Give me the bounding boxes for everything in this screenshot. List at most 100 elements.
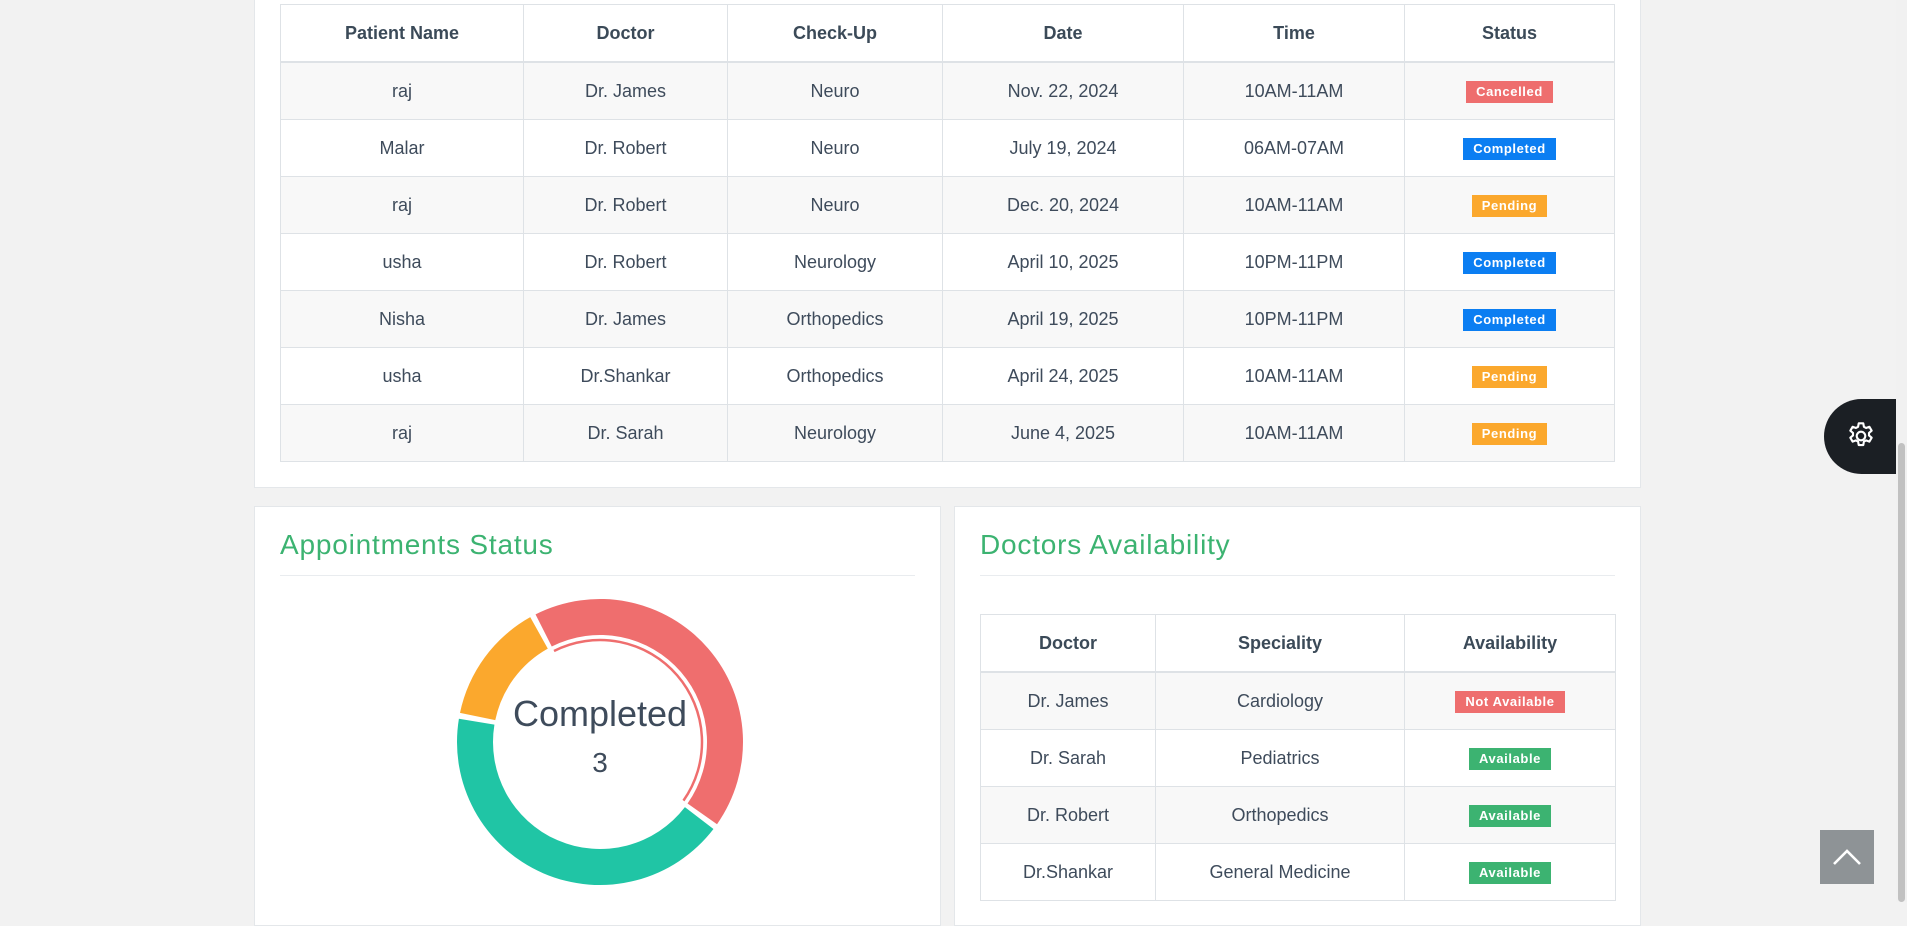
- date-cell: Nov. 22, 2024: [942, 61, 1184, 120]
- doctor-cell: Dr. James: [523, 290, 728, 348]
- status-cell: Completed: [1404, 233, 1615, 291]
- availability-cell: Available: [1404, 729, 1616, 787]
- table-row: raj Dr. James Neuro Nov. 22, 2024 10AM-11AM C…: [280, 61, 1615, 120]
- col-check-up[interactable]: Check-Up: [727, 4, 943, 63]
- doctor-cell: Dr. Robert: [523, 233, 728, 291]
- patient-name-cell: raj: [280, 176, 524, 234]
- time-cell: 10AM-11AM: [1183, 176, 1405, 234]
- col-patient-name[interactable]: Patient Name: [280, 4, 524, 63]
- status-cell: Completed: [1404, 290, 1615, 348]
- settings-button[interactable]: [1824, 399, 1907, 474]
- date-cell: Dec. 20, 2024: [942, 176, 1184, 234]
- time-cell: 06AM-07AM: [1183, 119, 1405, 177]
- doctor-cell: Dr. Robert: [523, 119, 728, 177]
- time-cell: 10AM-11AM: [1183, 404, 1405, 462]
- speciality-cell: Orthopedics: [1155, 786, 1405, 844]
- donut-center-label: Completed: [512, 693, 688, 734]
- donut-center-value: 3: [592, 747, 608, 778]
- patient-name-cell: usha: [280, 347, 524, 405]
- doctor-cell: Dr. James: [523, 61, 728, 120]
- donut-chart[interactable]: [455, 597, 745, 887]
- col-doctor[interactable]: Doctor: [980, 614, 1156, 673]
- table-row: raj Dr. Robert Neuro Dec. 20, 2024 10AM-11AM…: [280, 176, 1615, 234]
- doctor-cell: Dr.Shankar: [980, 843, 1156, 901]
- date-cell: June 4, 2025: [942, 404, 1184, 462]
- time-cell: 10AM-11AM: [1183, 347, 1405, 405]
- table-row: usha Dr. Robert Neurology April 10, 2025 10P…: [280, 233, 1615, 291]
- table-row: raj Dr. Sarah Neurology June 4, 2025 10AM-11…: [280, 404, 1615, 462]
- status-badge: Completed: [1463, 251, 1556, 274]
- speciality-cell: Cardiology: [1155, 671, 1405, 730]
- scrollbar[interactable]: [1896, 0, 1907, 902]
- availability-badge: Not Available: [1455, 690, 1565, 713]
- table-row: Dr. James Cardiology Not Available: [980, 671, 1616, 730]
- time-cell: 10PM-11PM: [1183, 233, 1405, 291]
- status-cell: Pending: [1404, 176, 1615, 234]
- appointments-status-title: Appointments Status: [280, 529, 554, 560]
- time-cell: 10PM-11PM: [1183, 290, 1405, 348]
- status-badge: Completed: [1463, 308, 1556, 331]
- check-up-cell: Neurology: [727, 233, 943, 291]
- appointments-table: Patient Name Doctor Check-Up Date Time S…: [280, 4, 1615, 462]
- doctors-availability-title: Doctors Availability: [980, 529, 1231, 560]
- status-cell: Completed: [1404, 119, 1615, 177]
- patient-name-cell: raj: [280, 61, 524, 120]
- chevron-up-icon: [1833, 849, 1861, 865]
- scrollbar-thumb[interactable]: [1898, 443, 1905, 902]
- col-availability[interactable]: Availability: [1404, 614, 1616, 673]
- check-up-cell: Neuro: [727, 119, 943, 177]
- col-status[interactable]: Status: [1404, 4, 1615, 63]
- col-speciality[interactable]: Speciality: [1155, 614, 1405, 673]
- status-badge: Pending: [1471, 194, 1548, 217]
- status-cell: Pending: [1404, 404, 1615, 462]
- date-cell: April 10, 2025: [942, 233, 1184, 291]
- table-row: Nisha Dr. James Orthopedics April 19, 2025 1…: [280, 290, 1615, 348]
- time-cell: 10AM-11AM: [1183, 61, 1405, 120]
- patient-name-cell: Malar: [280, 119, 524, 177]
- date-cell: July 19, 2024: [942, 119, 1184, 177]
- check-up-cell: Neuro: [727, 61, 943, 120]
- availability-badge: Available: [1468, 804, 1551, 827]
- donut-slice-completed[interactable]: [457, 718, 714, 885]
- col-date[interactable]: Date: [942, 4, 1184, 63]
- availability-cell: Available: [1404, 786, 1616, 844]
- appointments-status-card: Appointments Status Completed 3: [254, 506, 941, 926]
- status-cell: Pending: [1404, 347, 1615, 405]
- divider: [980, 575, 1615, 576]
- table-row: Malar Dr. Robert Neuro July 19, 2024 06AM-07…: [280, 119, 1615, 177]
- scroll-to-top-button[interactable]: [1820, 830, 1874, 884]
- col-time[interactable]: Time: [1183, 4, 1405, 63]
- doctor-cell: Dr. Robert: [523, 176, 728, 234]
- status-badge: Pending: [1471, 422, 1548, 445]
- doctors-availability-card: Doctors Availability Doctor Speciality A…: [954, 506, 1641, 926]
- check-up-cell: Neuro: [727, 176, 943, 234]
- availability-badge: Available: [1468, 861, 1551, 884]
- patient-name-cell: raj: [280, 404, 524, 462]
- doctor-cell: Dr.Shankar: [523, 347, 728, 405]
- gear-icon: [1849, 422, 1873, 447]
- status-badge: Pending: [1471, 365, 1548, 388]
- patient-name-cell: usha: [280, 233, 524, 291]
- speciality-cell: Pediatrics: [1155, 729, 1405, 787]
- speciality-cell: General Medicine: [1155, 843, 1405, 901]
- appointments-status-chart[interactable]: Completed 3: [455, 597, 745, 887]
- col-doctor[interactable]: Doctor: [523, 4, 728, 63]
- table-row: usha Dr.Shankar Orthopedics April 24, 2025 1…: [280, 347, 1615, 405]
- status-badge: Completed: [1463, 137, 1556, 160]
- doctors-header-row: Doctor Speciality Availability: [980, 614, 1616, 673]
- date-cell: April 24, 2025: [942, 347, 1184, 405]
- status-cell: Cancelled: [1404, 61, 1615, 120]
- check-up-cell: Neurology: [727, 404, 943, 462]
- doctor-cell: Dr. James: [980, 671, 1156, 730]
- doctors-availability-table: Doctor Speciality Availability Dr. James…: [980, 614, 1616, 901]
- doctor-cell: Dr. Sarah: [523, 404, 728, 462]
- doctor-cell: Dr. Sarah: [980, 729, 1156, 787]
- table-row: Dr. Sarah Pediatrics Available: [980, 729, 1616, 787]
- availability-cell: Available: [1404, 843, 1616, 901]
- patient-name-cell: Nisha: [280, 290, 524, 348]
- availability-badge: Available: [1468, 747, 1551, 770]
- check-up-cell: Orthopedics: [727, 347, 943, 405]
- date-cell: April 19, 2025: [942, 290, 1184, 348]
- appointments-card: Patient Name Doctor Check-Up Date Time S…: [254, 0, 1641, 488]
- doctor-cell: Dr. Robert: [980, 786, 1156, 844]
